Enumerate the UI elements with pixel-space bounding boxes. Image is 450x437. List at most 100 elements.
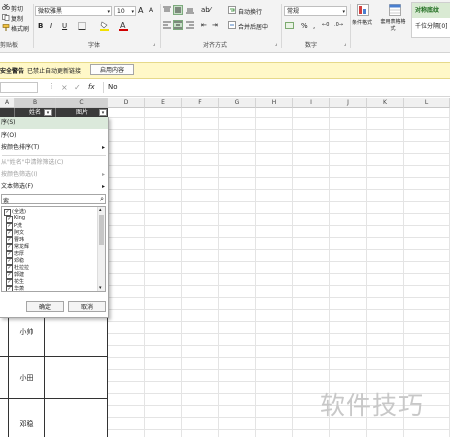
insert-function-button[interactable]: fx: [88, 83, 95, 91]
filter-checkbox[interactable]: ✓: [6, 223, 13, 230]
copy-icon[interactable]: [2, 14, 10, 21]
alignment-group-label: 对齐方式: [203, 42, 228, 49]
number-format-combo[interactable]: 常规 ▾: [284, 6, 347, 16]
column-header-i[interactable]: I: [293, 98, 330, 108]
scroll-up-icon[interactable]: ▴: [99, 207, 102, 213]
search-icon[interactable]: ⌕: [100, 195, 104, 204]
column-header-d[interactable]: D: [108, 98, 145, 108]
italic-button[interactable]: I: [50, 22, 52, 30]
enter-entry-button[interactable]: ✓: [74, 83, 81, 92]
column-header-f[interactable]: F: [182, 98, 219, 108]
scrollbar-thumb[interactable]: [99, 215, 104, 245]
increase-decimal-icon[interactable]: ←0: [322, 22, 329, 28]
decrease-decimal-icon[interactable]: .0→: [334, 22, 343, 28]
chevron-down-icon[interactable]: ▾: [131, 7, 134, 17]
merge-center-button[interactable]: 合并后居中: [238, 22, 268, 31]
align-middle-icon[interactable]: [173, 5, 183, 15]
filter-checkbox[interactable]: ✓: [6, 265, 13, 272]
align-bottom-icon[interactable]: [186, 6, 194, 14]
merge-center-icon[interactable]: [228, 21, 236, 29]
enable-content-button[interactable]: 启用内容: [90, 64, 134, 75]
comma-button[interactable]: ,: [313, 22, 315, 30]
name-cell[interactable]: 邓稳: [9, 419, 44, 429]
column-header-j[interactable]: J: [330, 98, 367, 108]
bold-button[interactable]: B: [38, 22, 43, 30]
font-color-icon[interactable]: A: [119, 21, 128, 31]
percent-button[interactable]: %: [301, 22, 308, 30]
ok-button[interactable]: 确定: [26, 301, 64, 312]
font-name-combo[interactable]: 微软雅黑 ▾: [35, 6, 112, 16]
filter-checkbox[interactable]: ✓: [6, 251, 13, 258]
filter-checkbox[interactable]: ✓: [6, 286, 13, 291]
align-right-icon[interactable]: [186, 21, 194, 29]
column-header-e[interactable]: E: [145, 98, 182, 108]
column-header-b[interactable]: B: [15, 98, 56, 108]
conditional-format-button[interactable]: 条件格式: [352, 19, 372, 26]
column-header-g[interactable]: G: [219, 98, 256, 108]
chevron-down-icon[interactable]: ▾: [107, 7, 110, 17]
chevron-down-icon[interactable]: ▾: [342, 7, 345, 17]
filter-checkbox[interactable]: ✓: [6, 272, 13, 279]
cell-style-option[interactable]: 千位分隔[0]: [412, 19, 450, 34]
underline-button[interactable]: U: [62, 22, 67, 30]
border-icon[interactable]: [78, 22, 86, 30]
cell-style-option[interactable]: 对称底纹: [412, 3, 450, 18]
name-cell[interactable]: 小田: [9, 373, 44, 383]
filter-menu-item[interactable]: 按颜色排序(T) ▸: [0, 142, 108, 154]
conditional-format-icon[interactable]: [357, 4, 369, 16]
filter-search-box[interactable]: 索 ⌕: [1, 194, 106, 205]
wrap-text-button[interactable]: 自动换行: [238, 7, 262, 16]
currency-icon[interactable]: [285, 21, 294, 30]
cancel-button[interactable]: 取消: [68, 301, 106, 312]
scissors-icon[interactable]: [2, 3, 10, 10]
column-header-h[interactable]: H: [256, 98, 293, 108]
filter-checkbox[interactable]: ✓: [6, 279, 13, 286]
copy-button[interactable]: 复制: [11, 14, 23, 23]
font-size-combo[interactable]: 10 ▾: [114, 6, 136, 16]
table-format-button[interactable]: 套用表格格式: [379, 19, 407, 33]
shrink-font-button[interactable]: A: [149, 7, 153, 14]
filter-checkbox[interactable]: ✓: [6, 258, 13, 265]
cell-style-gallery[interactable]: 对称底纹 千位分隔[0]: [411, 2, 450, 38]
filter-checkbox-label: 华萧: [14, 286, 25, 292]
align-left-icon[interactable]: [163, 21, 171, 29]
dialog-launcher-icon[interactable]: ⌟: [275, 41, 277, 47]
filter-menu-item[interactable]: 序(O): [0, 130, 108, 142]
decrease-indent-icon[interactable]: ⇤: [201, 21, 207, 29]
column-header-a[interactable]: A: [0, 98, 15, 108]
increase-indent-icon[interactable]: ⇥: [212, 21, 218, 29]
column-header-c[interactable]: C: [56, 98, 108, 108]
column-header-k[interactable]: K: [367, 98, 404, 108]
filter-menu-item[interactable]: 序(S): [0, 117, 108, 129]
more-options-icon[interactable]: ⋮: [48, 82, 55, 90]
checklist-scrollbar[interactable]: ▴ ▾: [97, 207, 105, 291]
filter-checkbox[interactable]: ✓: [6, 216, 13, 223]
filter-dropdown-button[interactable]: ▾: [99, 109, 107, 116]
align-center-icon[interactable]: [173, 20, 183, 30]
name-cell[interactable]: 小帅: [9, 327, 44, 337]
wrap-text-icon[interactable]: [228, 6, 236, 14]
filter-checkbox[interactable]: ✓: [6, 237, 13, 244]
scroll-down-icon[interactable]: ▾: [99, 285, 102, 291]
dialog-launcher-icon[interactable]: ⌟: [344, 41, 346, 47]
cut-button[interactable]: 剪切: [11, 4, 23, 13]
filter-checkbox[interactable]: ✓: [4, 209, 11, 216]
filter-checkbox[interactable]: ✓: [6, 244, 13, 251]
formula-input[interactable]: No: [103, 82, 450, 93]
column-header-l[interactable]: L: [404, 98, 450, 108]
cancel-entry-button[interactable]: ×: [61, 83, 68, 92]
fill-color-icon[interactable]: [100, 21, 109, 31]
format-painter-button[interactable]: 格式刷: [11, 24, 29, 33]
format-painter-icon[interactable]: [2, 24, 10, 31]
header-cell-a[interactable]: [0, 108, 15, 117]
align-top-icon[interactable]: [163, 6, 171, 14]
filter-checkbox[interactable]: ✓: [6, 230, 13, 237]
filter-dropdown-button[interactable]: ▾: [44, 109, 52, 116]
menu-item-label: 序(S): [1, 119, 16, 126]
orientation-icon[interactable]: ab⁄: [201, 6, 211, 14]
filter-menu-item[interactable]: 文本筛选(F) ▸: [0, 181, 108, 193]
grow-font-button[interactable]: A: [138, 6, 143, 15]
table-format-icon[interactable]: [389, 4, 401, 16]
dialog-launcher-icon[interactable]: ⌟: [153, 41, 155, 47]
name-box[interactable]: [0, 82, 38, 93]
